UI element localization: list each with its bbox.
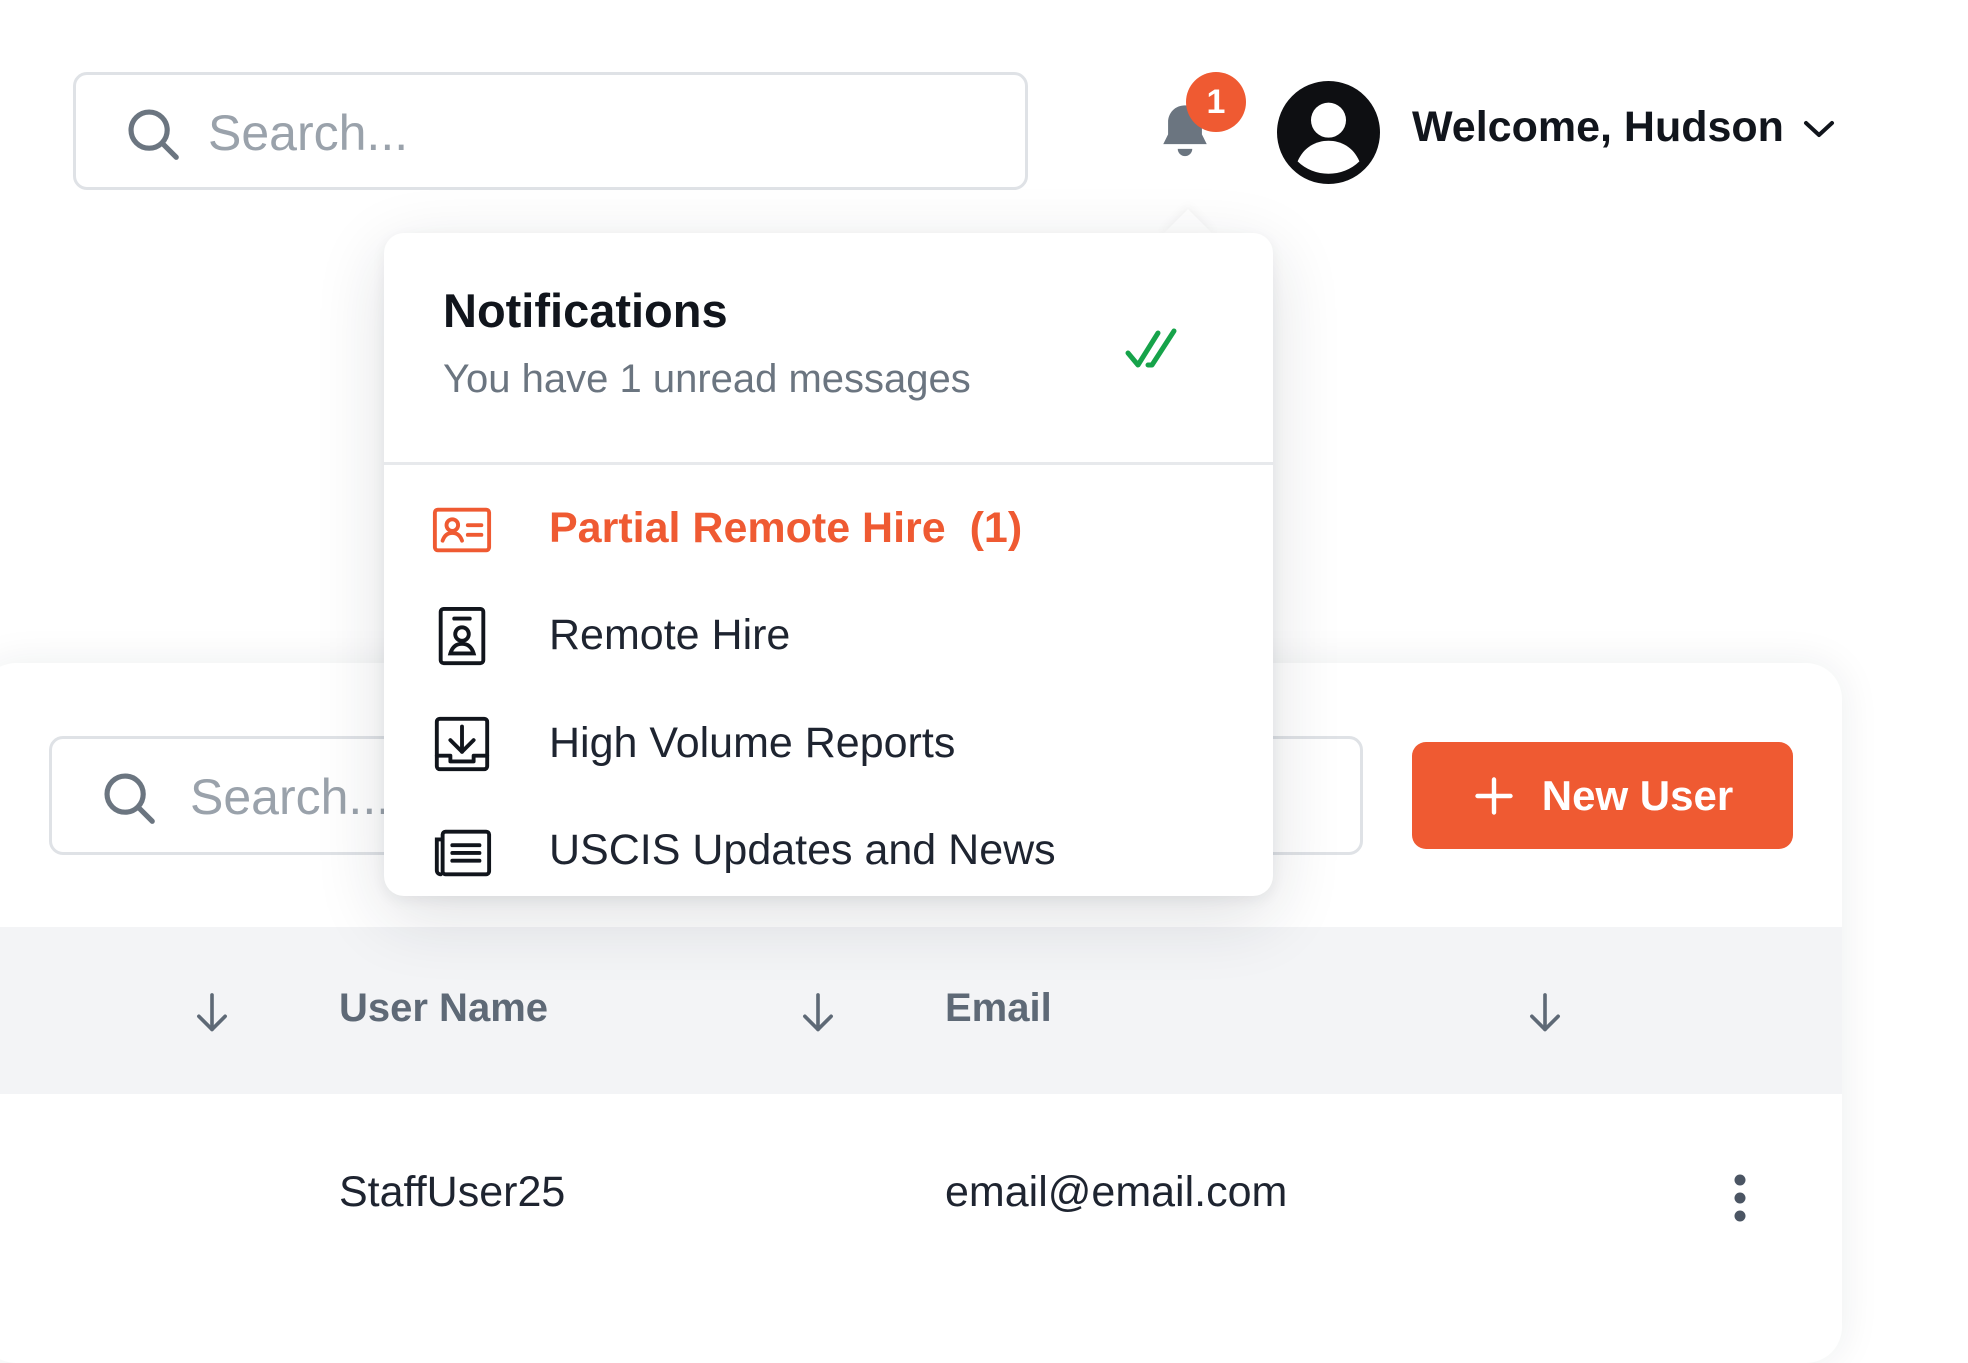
notification-item-label: Partial Remote Hire (1) [549,504,1023,552]
welcome-user-label[interactable]: Welcome, Hudson [1412,103,1784,152]
sort-arrow-down-icon[interactable] [798,990,838,1036]
notification-item-label: High Volume Reports [549,719,956,767]
badge-icon [438,606,486,666]
notifications-popover: Notifications You have 1 unread messages… [384,233,1273,896]
notifications-subtitle: You have 1 unread messages [443,357,971,401]
notifications-title: Notifications [443,284,728,337]
sort-arrow-down-icon[interactable] [1525,990,1565,1036]
new-user-label: New User [1541,771,1734,819]
notifications-count-badge: 1 [1186,72,1246,132]
popover-arrow [1162,209,1214,235]
search-icon [104,773,155,824]
avatar[interactable] [1277,81,1380,184]
notification-item-high-volume-reports[interactable]: High Volume Reports [384,693,1273,793]
sort-arrow-down-icon[interactable] [192,990,232,1036]
download-tray-icon [434,716,490,772]
header-search-box[interactable] [73,72,1028,190]
popover-divider [384,462,1273,465]
column-header-user-name[interactable]: User Name [339,986,548,1031]
more-vertical-icon [1734,1174,1746,1222]
header-search-input[interactable] [206,93,990,173]
table-cell-user-name: StaffUser25 [339,1168,566,1216]
notification-item-uscis-updates[interactable]: USCIS Updates and News [384,800,1273,900]
new-user-button[interactable]: New User [1412,742,1793,849]
mark-all-read-icon[interactable] [1124,323,1194,379]
table-cell-email: email@email.com [945,1168,1288,1216]
notification-item-remote-hire[interactable]: Remote Hire [384,585,1273,685]
id-card-icon [432,507,492,553]
column-header-email[interactable]: Email [945,986,1052,1031]
table-header [0,927,1842,1094]
chevron-down-icon[interactable] [1802,118,1836,140]
newspaper-icon [434,829,492,877]
row-actions-button[interactable] [1722,1168,1758,1228]
notification-item-label: Remote Hire [549,611,791,659]
notification-item-label: USCIS Updates and News [549,826,1056,874]
notification-item-partial-remote-hire[interactable]: Partial Remote Hire (1) [384,478,1273,578]
notification-item-count: (1) [969,504,1023,552]
search-icon [128,109,179,160]
plus-icon [1475,776,1513,815]
